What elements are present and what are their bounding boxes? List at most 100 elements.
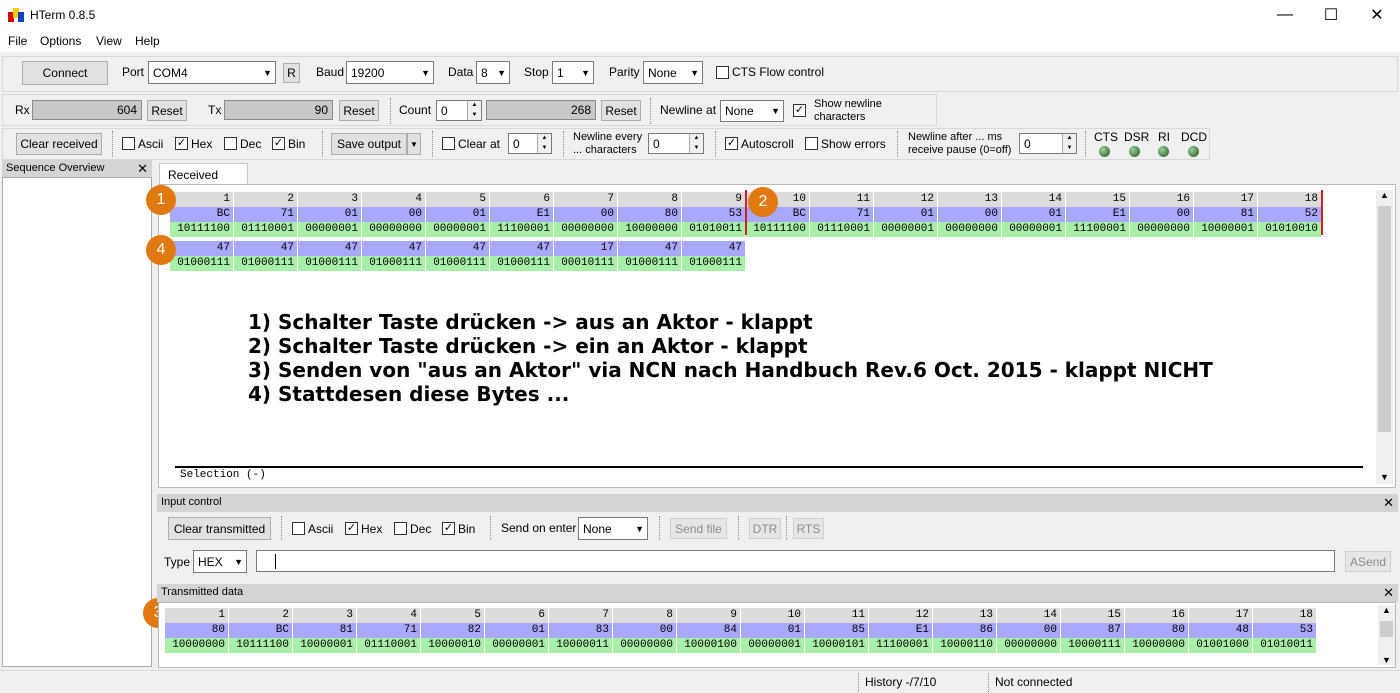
sequence-overview-list[interactable] (2, 177, 152, 667)
input-control-header: Input control ✕ (157, 494, 1398, 512)
byte-bin: 00000000 (938, 222, 1001, 237)
newline-at-label: Newline at (660, 103, 717, 117)
separator (786, 516, 787, 540)
send-file-button[interactable]: Send file (670, 518, 727, 539)
input-bin-checkbox[interactable]: ✓ (442, 522, 455, 535)
save-output-button[interactable]: Save output (331, 133, 407, 155)
clear-received-button[interactable]: Clear received (16, 133, 102, 155)
dtr-button[interactable]: DTR (749, 518, 781, 539)
selection-divider (175, 466, 1363, 468)
clear-transmitted-button[interactable]: Clear transmitted (168, 517, 271, 540)
byte-index: 12 (869, 608, 932, 623)
spin-down-icon: ▼ (537, 143, 551, 153)
ascii-checkbox[interactable] (122, 137, 135, 150)
newline-after-spinner[interactable]: 0 ▲ ▼ (1019, 133, 1077, 154)
maximize-icon[interactable]: ☐ (1308, 0, 1354, 30)
input-dec-checkbox[interactable] (394, 522, 407, 535)
hex-checkbox[interactable]: ✓ (175, 137, 188, 150)
chevron-down-icon: ▼ (410, 139, 418, 149)
byte-bin: 00000000 (362, 222, 425, 237)
input-ascii-label: Ascii (308, 522, 334, 536)
count-label: Count (399, 103, 432, 117)
show-errors-checkbox[interactable] (805, 137, 818, 150)
frame-marker (1321, 190, 1323, 235)
cts-flow-checkbox[interactable] (716, 66, 729, 79)
scrollbar-thumb[interactable] (1380, 621, 1393, 637)
sequence-overview-header: Sequence Overview ✕ (2, 160, 152, 177)
newline-every-label: Newline every (573, 131, 643, 143)
newline-after-label-2: receive pause (0=off) (908, 144, 1012, 156)
byte-bin: 01000111 (682, 256, 745, 271)
byte-hex: 47 (298, 241, 361, 256)
rts-button[interactable]: RTS (793, 518, 824, 539)
input-ascii-checkbox[interactable] (292, 522, 305, 535)
port-select[interactable]: COM4 ▼ (148, 61, 276, 84)
clear-at-spinner[interactable]: 0 ▲ ▼ (508, 133, 552, 154)
menu-bar: File Options View Help (0, 30, 1400, 52)
received-scrollbar[interactable]: ▲ ▼ (1376, 190, 1393, 484)
menu-options[interactable]: Options (40, 34, 81, 48)
spin-up-icon: ▲ (689, 134, 703, 144)
count-reset-button[interactable]: Reset (601, 100, 641, 121)
autoscroll-checkbox[interactable]: ✓ (725, 137, 738, 150)
newline-every-spinner[interactable]: 0 ▲ ▼ (648, 133, 704, 154)
tx-reset-button[interactable]: Reset (339, 100, 379, 121)
close-icon[interactable]: ✕ (1383, 584, 1394, 601)
scrollbar-thumb[interactable] (1378, 206, 1391, 432)
annotation-line-4: 4) Stattdesen diese Bytes ... (248, 382, 570, 406)
data-bits-select[interactable]: 8 ▼ (476, 61, 510, 84)
byte-bin: 01110001 (357, 638, 420, 653)
close-icon[interactable]: ✕ (1354, 0, 1400, 30)
clear-at-label: Clear at (458, 137, 501, 151)
menu-file[interactable]: File (8, 34, 27, 48)
byte-hex: 47 (490, 241, 553, 256)
parity-select[interactable]: None ▼ (643, 61, 703, 84)
dec-checkbox[interactable] (224, 137, 237, 150)
show-newline-checkbox[interactable]: ✓ (793, 104, 806, 117)
bin-checkbox[interactable]: ✓ (272, 137, 285, 150)
send-on-enter-select[interactable]: None ▼ (578, 517, 648, 540)
close-icon[interactable]: ✕ (1383, 494, 1394, 511)
rx-reset-button[interactable]: Reset (147, 100, 187, 121)
scroll-up-icon: ▲ (1382, 605, 1391, 615)
byte-hex: 01 (426, 207, 489, 222)
byte-index: 7 (554, 192, 617, 207)
clear-at-checkbox[interactable] (442, 137, 455, 150)
minimize-icon[interactable]: — (1262, 0, 1308, 30)
save-output-dropdown[interactable]: ▼ (407, 133, 421, 155)
connection-status: Not connected (995, 675, 1073, 689)
input-hex-checkbox[interactable]: ✓ (345, 522, 358, 535)
byte-bin: 01000111 (618, 256, 681, 271)
byte-bin: 00000000 (997, 638, 1060, 653)
byte-bin: 01001000 (1189, 638, 1252, 653)
menu-help[interactable]: Help (135, 34, 160, 48)
connect-button[interactable]: Connect (22, 61, 108, 85)
byte-bin: 01010011 (682, 222, 745, 237)
newline-at-select[interactable]: None ▼ (720, 100, 784, 122)
parity-label: Parity (609, 65, 640, 79)
separator (715, 131, 716, 157)
transmitted-scrollbar[interactable]: ▲ ▼ (1378, 605, 1395, 665)
chevron-down-icon: ▼ (497, 67, 506, 78)
byte-index: 2 (234, 192, 297, 207)
byte-bin: 11100001 (869, 638, 932, 653)
type-select[interactable]: HEX ▼ (193, 550, 247, 573)
stop-bits-select[interactable]: 1 ▼ (552, 61, 594, 84)
byte-bin: 01110001 (810, 222, 873, 237)
port-refresh-button[interactable]: R (283, 63, 300, 83)
menu-view[interactable]: View (96, 34, 122, 48)
close-icon[interactable]: ✕ (137, 160, 148, 177)
separator (390, 98, 391, 124)
baud-label: Baud (316, 65, 345, 79)
input-control-title: Input control (161, 496, 222, 508)
byte-index: 14 (997, 608, 1060, 623)
byte-hex: 00 (938, 207, 1001, 222)
tab-received-data[interactable]: Received Data (159, 163, 248, 196)
asend-button[interactable]: ASend (1345, 551, 1391, 572)
count-spinner[interactable]: 0 ▲ ▼ (436, 100, 482, 121)
dsr-led-icon (1129, 146, 1140, 157)
baud-select[interactable]: 19200 ▼ (346, 61, 434, 84)
send-input-field[interactable] (256, 550, 1335, 572)
byte-hex: 82 (421, 623, 484, 638)
byte-hex: 71 (234, 207, 297, 222)
